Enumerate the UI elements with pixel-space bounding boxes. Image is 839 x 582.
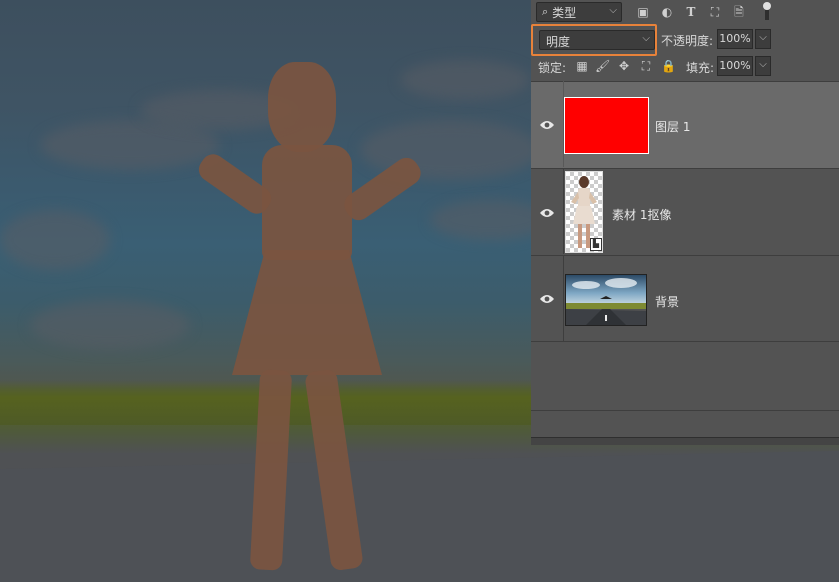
layer-name[interactable]: 素材 1抠像: [612, 206, 671, 223]
lock-image-pixels-icon[interactable]: 🖌: [595, 59, 610, 73]
layer-thumbnail-background: [565, 274, 647, 326]
layer-thumbnail-red: [564, 97, 649, 154]
lock-artboard-icon[interactable]: ⛶: [639, 59, 653, 73]
lock-label: 锁定:: [538, 61, 567, 75]
type-filter-icon[interactable]: T: [683, 4, 699, 20]
visibility-eye-icon[interactable]: [539, 207, 555, 219]
shape-filter-icon[interactable]: ⛶: [707, 4, 723, 20]
pixel-filter-icon[interactable]: ▣: [635, 4, 651, 20]
chevron-down-icon: ⌵: [609, 5, 617, 16]
chevron-down-icon: ⌵: [759, 32, 767, 43]
figure-head: [268, 62, 336, 152]
lock-position-icon[interactable]: ✥: [617, 59, 631, 73]
fill-input[interactable]: 100%: [717, 56, 753, 76]
search-icon: ⌕: [542, 5, 549, 18]
adjustment-filter-icon[interactable]: ◐: [659, 4, 675, 20]
chevron-down-icon: ⌵: [759, 59, 767, 70]
lock-transparent-pixels-icon[interactable]: ▦: [575, 59, 589, 73]
layer-row-cutout[interactable]: ▙ 素材 1抠像: [531, 168, 839, 255]
layers-panel: ⌕ 类型 ⌵ ▣ ◐ T ⛶ 🗎 明度 ⌵ 不透明度: 100% ⌵ 锁定: ▦…: [531, 0, 839, 445]
layer-filter-kind-label: 类型: [552, 5, 577, 20]
visibility-eye-icon[interactable]: [539, 293, 555, 305]
lock-all-icon[interactable]: 🔒: [661, 59, 676, 73]
layer-filter-kind-select[interactable]: ⌕ 类型 ⌵: [536, 2, 622, 22]
figure-skirt: [232, 250, 382, 375]
layer-row-layer-1[interactable]: 图层 1: [531, 81, 839, 168]
filter-toggle-icon[interactable]: [763, 2, 771, 20]
blend-mode-value: 明度: [546, 35, 571, 49]
fill-label: 填充:: [686, 61, 715, 75]
blend-mode-select[interactable]: 明度 ⌵: [539, 30, 655, 50]
visibility-eye-icon[interactable]: [539, 119, 555, 131]
smart-object-badge-icon: ▙: [590, 238, 602, 251]
chevron-down-icon: ⌵: [642, 33, 650, 44]
figure-torso: [262, 145, 352, 260]
layer-row-background[interactable]: 背景: [531, 255, 839, 342]
fill-dropdown-button[interactable]: ⌵: [755, 56, 771, 76]
panel-resize-handle[interactable]: [531, 437, 839, 445]
opacity-label: 不透明度:: [661, 34, 714, 48]
layers-panel-footer: [531, 410, 839, 439]
smart-object-filter-icon[interactable]: 🗎: [731, 4, 747, 20]
opacity-dropdown-button[interactable]: ⌵: [755, 29, 771, 49]
opacity-input[interactable]: 100%: [717, 29, 753, 49]
layer-name[interactable]: 图层 1: [655, 118, 690, 135]
layer-name[interactable]: 背景: [655, 293, 679, 310]
